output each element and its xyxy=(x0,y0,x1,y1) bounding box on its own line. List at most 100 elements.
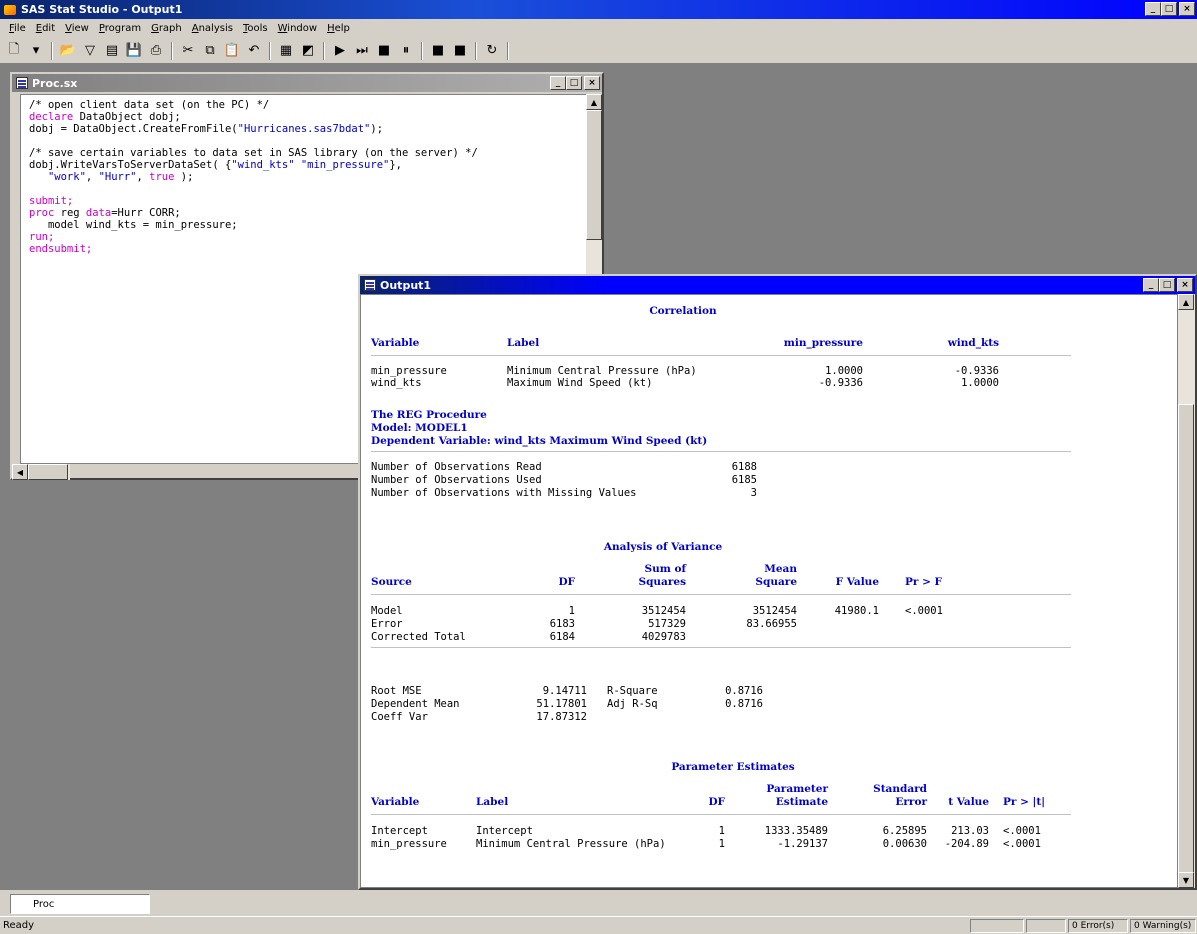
break-icon[interactable]: ■ xyxy=(428,41,448,61)
code-line: dobj.WriteVarsToServerDataSet( {"wind_kt… xyxy=(29,159,403,171)
menu-window[interactable]: Window xyxy=(273,23,322,34)
status-panel-empty-2 xyxy=(1026,919,1066,933)
table-cell: <.0001 xyxy=(1003,838,1041,850)
refresh-icon[interactable]: ↻ xyxy=(482,41,502,61)
table-cell: Corrected Total xyxy=(371,631,466,643)
output-content[interactable]: Correlation Variable Label min_pressure wind… xyxy=(360,294,1178,888)
grid-icon[interactable]: ▦ xyxy=(276,41,296,61)
paste-icon[interactable]: 📋 xyxy=(222,41,242,61)
fit-cell: R-Square xyxy=(607,685,658,697)
open-folder-icon[interactable]: 📂 xyxy=(58,41,78,61)
col-header: F Value xyxy=(835,576,879,588)
cut-icon[interactable]: ✂ xyxy=(178,41,198,61)
stop-icon[interactable]: ■ xyxy=(374,41,394,61)
table-cell: <.0001 xyxy=(1003,825,1041,837)
table-cell: min_pressure xyxy=(371,365,447,377)
col-header: Source xyxy=(371,576,412,588)
table-cell: -204.89 xyxy=(944,838,989,850)
editor-title-bar[interactable]: Proc.sx _ □ × xyxy=(12,74,602,92)
sas-app-icon xyxy=(3,3,17,17)
menu-file[interactable]: File xyxy=(4,23,31,34)
output-title-bar[interactable]: Output1 _ □ × xyxy=(360,276,1195,294)
editor-minimize-button[interactable]: _ xyxy=(550,76,566,90)
col-header: Sum of xyxy=(644,563,686,575)
scroll-thumb[interactable] xyxy=(586,110,602,240)
save-icon[interactable]: 💾 xyxy=(124,41,144,61)
table-rule xyxy=(371,355,1071,356)
fit-cell: 51.17801 xyxy=(536,698,587,710)
table-cell: 213.03 xyxy=(951,825,989,837)
table-cell: 4029783 xyxy=(641,631,686,643)
col-header: Pr > |t| xyxy=(1003,796,1046,808)
filter-icon[interactable]: ▽ xyxy=(80,41,100,61)
anova-title: Analysis of Variance xyxy=(603,541,723,553)
step-icon[interactable]: ⏭ xyxy=(352,41,372,61)
table-cell: min_pressure xyxy=(371,838,447,850)
code-line: proc reg data=Hurr CORR; xyxy=(29,207,181,219)
restore-button[interactable]: □ xyxy=(1161,2,1177,16)
output-maximize-button[interactable]: □ xyxy=(1159,278,1175,292)
table-cell: wind_kts xyxy=(371,377,422,389)
output-scroll-down-icon[interactable]: ▼ xyxy=(1178,872,1194,888)
table-cell: Minimum Central Pressure (hPa) xyxy=(476,838,666,850)
col-header: Label xyxy=(507,337,540,349)
toolbar-separator xyxy=(475,41,477,60)
new-icon[interactable]: 🗋 xyxy=(4,41,24,61)
col-header: Squares xyxy=(638,576,687,588)
editor-close-button[interactable]: × xyxy=(584,76,600,90)
program-file-icon xyxy=(16,77,28,89)
toolbar-separator xyxy=(51,41,53,60)
col-header: Pr > F xyxy=(905,576,942,588)
minimize-button[interactable]: _ xyxy=(1145,2,1161,16)
output-scroll-up-icon[interactable]: ▲ xyxy=(1178,294,1194,310)
chart-icon[interactable]: ◩ xyxy=(298,41,318,61)
output-close-button[interactable]: × xyxy=(1177,278,1193,292)
output-vertical-scrollbar[interactable]: ▲ ▼ xyxy=(1178,294,1195,888)
editor-maximize-button[interactable]: □ xyxy=(566,76,582,90)
menu-graph[interactable]: Graph xyxy=(146,23,187,34)
block-icon[interactable]: ■ xyxy=(450,41,470,61)
hscroll-thumb[interactable] xyxy=(28,464,68,480)
col-header: Standard xyxy=(873,783,927,795)
data-icon[interactable]: ▤ xyxy=(102,41,122,61)
editor-horizontal-scrollbar[interactable]: ◀ xyxy=(12,464,70,480)
task-tab-proc[interactable]: Proc xyxy=(10,894,150,914)
menu-edit[interactable]: Edit xyxy=(31,23,60,34)
scroll-left-arrow-icon[interactable]: ◀ xyxy=(12,464,28,480)
table-rule xyxy=(371,814,1071,815)
undo-icon[interactable]: ↶ xyxy=(244,41,264,61)
col-header: min_pressure xyxy=(783,337,863,349)
scroll-up-arrow-icon[interactable]: ▲ xyxy=(586,94,602,110)
output-scroll-thumb[interactable] xyxy=(1178,404,1194,874)
close-button[interactable]: × xyxy=(1179,2,1195,16)
code-text[interactable]: /* open client data set (on the PC) */de… xyxy=(21,95,593,255)
fit-cell: 17.87312 xyxy=(536,711,587,723)
menu-view[interactable]: View xyxy=(60,23,94,34)
reg-header-line: The REG Procedure xyxy=(371,409,487,421)
dropdown-arrow-icon[interactable]: ▾ xyxy=(26,41,46,61)
toolbar-separator xyxy=(507,41,509,60)
print-icon[interactable]: ⎙ xyxy=(146,41,166,61)
menu-analysis[interactable]: Analysis xyxy=(187,23,238,34)
menu-bar: File Edit View Program Graph Analysis Tools Win… xyxy=(0,19,1197,38)
menu-program[interactable]: Program xyxy=(94,23,146,34)
pause-icon[interactable]: ⏸ xyxy=(396,41,416,61)
menu-tools[interactable]: Tools xyxy=(238,23,273,34)
col-header: Estimate xyxy=(775,796,828,808)
fit-cell: 0.8716 xyxy=(725,698,763,710)
output-window[interactable]: Output1 _ □ × Correlation Variable Label mi… xyxy=(358,274,1197,890)
table-cell: -0.9336 xyxy=(954,365,999,377)
run-icon[interactable]: ▶ xyxy=(330,41,350,61)
table-cell: 1 xyxy=(718,825,725,837)
table-cell: 1333.35489 xyxy=(764,825,828,837)
copy-icon[interactable]: ⧉ xyxy=(200,41,220,61)
code-line: dobj = DataObject.CreateFromFile("Hurric… xyxy=(29,123,384,135)
table-cell: 6184 xyxy=(549,631,575,643)
app-window-controls: _ □ × xyxy=(1145,2,1195,16)
app-title-bar[interactable]: SAS Stat Studio - Output1 _ □ × xyxy=(0,0,1197,19)
output-minimize-button[interactable]: _ xyxy=(1143,278,1159,292)
menu-help[interactable]: Help xyxy=(322,23,355,34)
table-cell: 3512454 xyxy=(752,605,797,617)
